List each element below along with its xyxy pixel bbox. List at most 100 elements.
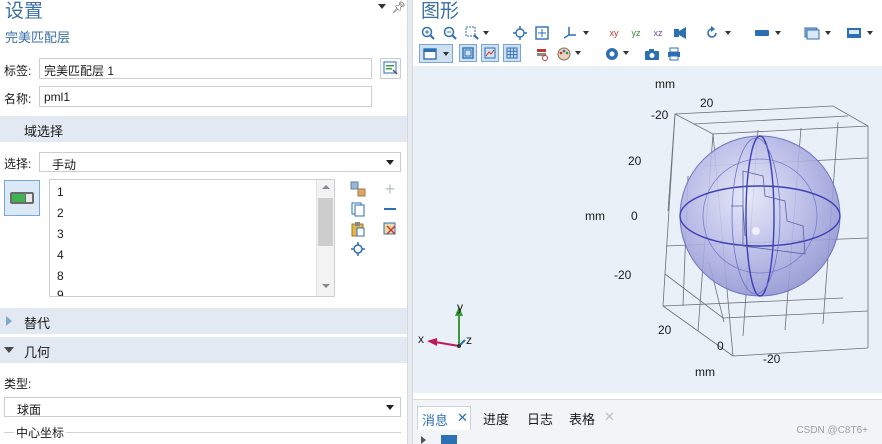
- camera-icon[interactable]: [643, 45, 661, 63]
- scroll-up-icon[interactable]: [322, 185, 330, 189]
- add-icon[interactable]: +: [381, 179, 399, 199]
- collapse-icon: [4, 347, 14, 353]
- label-caption: 标签:: [4, 64, 32, 78]
- domain-section-header[interactable]: 域选择: [0, 116, 407, 142]
- type-caption: 类型:: [4, 377, 32, 391]
- settings-panel: 设置 📌︎ 完美匹配层 标签: 完美匹配层 1 名称: pml1 域选择 选择:…: [0, 0, 407, 444]
- rotate-icon[interactable]: [703, 24, 721, 42]
- name-field[interactable]: pml1: [39, 86, 372, 107]
- list-item[interactable]: 8: [57, 269, 64, 283]
- tab-table[interactable]: 表格 ✕: [565, 406, 619, 430]
- chevron-down-icon: [443, 52, 449, 56]
- scroll-down-icon[interactable]: [322, 284, 330, 288]
- list-scrollbar[interactable]: [316, 180, 334, 296]
- render-mode-icon[interactable]: [753, 24, 771, 42]
- copy-selection-icon[interactable]: [349, 200, 367, 218]
- tab-messages-label: 消息: [422, 413, 449, 428]
- geometry-section-label: 几何: [24, 345, 51, 360]
- tab-messages[interactable]: 消息 ✕: [417, 406, 471, 430]
- geometry-section-header[interactable]: 几何: [0, 337, 407, 363]
- print-icon[interactable]: [665, 45, 683, 63]
- wireframe-toggle-icon[interactable]: [459, 44, 477, 62]
- tick-label: 20: [658, 323, 672, 337]
- scene-light-icon[interactable]: [803, 24, 821, 42]
- xy-view-icon[interactable]: xy: [605, 24, 623, 42]
- override-section-header[interactable]: 替代: [0, 308, 407, 334]
- zoom-selected-icon[interactable]: [511, 24, 529, 42]
- geometry-plot: [427, 105, 869, 357]
- go-to-default-view-icon[interactable]: [671, 24, 689, 42]
- triad-y-label: y: [457, 300, 463, 314]
- view-options-icon[interactable]: [845, 24, 863, 42]
- pml-sphere: [679, 135, 841, 297]
- axis-orientation-icon[interactable]: [561, 24, 579, 42]
- zoom-extents-icon[interactable]: [533, 24, 551, 42]
- pin-icon[interactable]: 📌︎: [392, 2, 406, 14]
- tab-progress-label: 进度: [483, 412, 510, 427]
- list-item[interactable]: 1: [57, 185, 64, 199]
- zoom-in-icon[interactable]: [419, 24, 437, 42]
- chevron-down-icon[interactable]: [725, 31, 731, 35]
- clipboard-icon[interactable]: [349, 220, 367, 238]
- chevron-down-icon[interactable]: [583, 31, 589, 35]
- edit-label-icon[interactable]: [380, 58, 401, 79]
- tab-log-label: 日志: [527, 412, 554, 427]
- chevron-down-icon[interactable]: [623, 51, 629, 55]
- domain-section-label: 域选择: [24, 124, 64, 139]
- zoom-to-selection-icon[interactable]: [349, 240, 367, 258]
- type-dropdown[interactable]: 球面: [4, 397, 401, 417]
- selection-dropdown[interactable]: 手动: [39, 152, 401, 172]
- chevron-down-icon[interactable]: [775, 31, 781, 35]
- center-group: 中心坐标: [4, 424, 401, 444]
- list-item[interactable]: 3: [57, 227, 64, 241]
- tab-progress[interactable]: 进度: [479, 406, 515, 430]
- close-icon[interactable]: ✕: [604, 409, 615, 425]
- tick-label: -20: [763, 352, 781, 366]
- color-table-icon[interactable]: [555, 45, 573, 63]
- list-item[interactable]: 2: [57, 206, 64, 220]
- select-objects-button[interactable]: [419, 44, 453, 63]
- messages-icon: [441, 435, 457, 444]
- show-axes-toggle-icon[interactable]: [481, 44, 499, 62]
- close-icon[interactable]: ✕: [457, 410, 468, 426]
- watermark: CSDN @C8T6+: [796, 425, 868, 436]
- tab-log[interactable]: 日志: [523, 406, 559, 430]
- chevron-down-icon[interactable]: [867, 31, 873, 35]
- graphics-canvas[interactable]: mm 20 -20 20 mm 0 -20 20 0 -20 mm y x z: [413, 66, 882, 393]
- show-grid-toggle-icon[interactable]: [503, 44, 521, 62]
- selection-caption: 选择:: [4, 157, 32, 171]
- xz-view-icon[interactable]: xz: [649, 24, 667, 42]
- axis-unit-left: mm: [585, 209, 605, 223]
- list-item[interactable]: 9: [57, 290, 64, 296]
- domain-list[interactable]: 1 2 3 4 8 9: [49, 179, 335, 297]
- expand-icon[interactable]: [421, 436, 426, 444]
- settings-subtitle: 完美匹配层: [5, 30, 71, 45]
- reset-hiding-icon[interactable]: [533, 45, 551, 63]
- camera-aperture-icon[interactable]: [603, 45, 621, 63]
- paste-selection-icon[interactable]: [349, 180, 367, 198]
- triad-x-label: x: [418, 332, 424, 346]
- zoom-box-icon[interactable]: [463, 24, 481, 42]
- scrollbar-thumb[interactable]: [318, 198, 333, 246]
- selection-value: 手动: [52, 158, 77, 172]
- yz-view-icon[interactable]: yz: [627, 24, 645, 42]
- active-toggle-button[interactable]: [4, 180, 40, 216]
- type-value: 球面: [17, 403, 42, 417]
- label-field[interactable]: 完美匹配层 1: [39, 58, 372, 79]
- name-caption: 名称:: [4, 92, 32, 106]
- graphics-toolbar-row-2: [419, 44, 879, 64]
- clear-selection-icon[interactable]: [381, 220, 399, 238]
- chevron-down-icon[interactable]: [825, 31, 831, 35]
- name-field-value: pml1: [44, 90, 71, 104]
- override-section-label: 替代: [24, 316, 51, 331]
- chevron-down-icon[interactable]: [575, 51, 581, 55]
- remove-icon[interactable]: [381, 200, 399, 218]
- zoom-out-icon[interactable]: [441, 24, 459, 42]
- chevron-down-icon: [386, 405, 394, 410]
- list-item[interactable]: 4: [57, 248, 64, 262]
- settings-title: 设置: [5, 1, 44, 22]
- graphics-toolbar-row-1: xy yz xz: [419, 23, 879, 43]
- messages-tabbar: 消息 ✕ 进度 日志 表格 ✕: [413, 399, 882, 444]
- panel-menu-icon[interactable]: [378, 4, 386, 12]
- chevron-down-icon[interactable]: [483, 31, 489, 35]
